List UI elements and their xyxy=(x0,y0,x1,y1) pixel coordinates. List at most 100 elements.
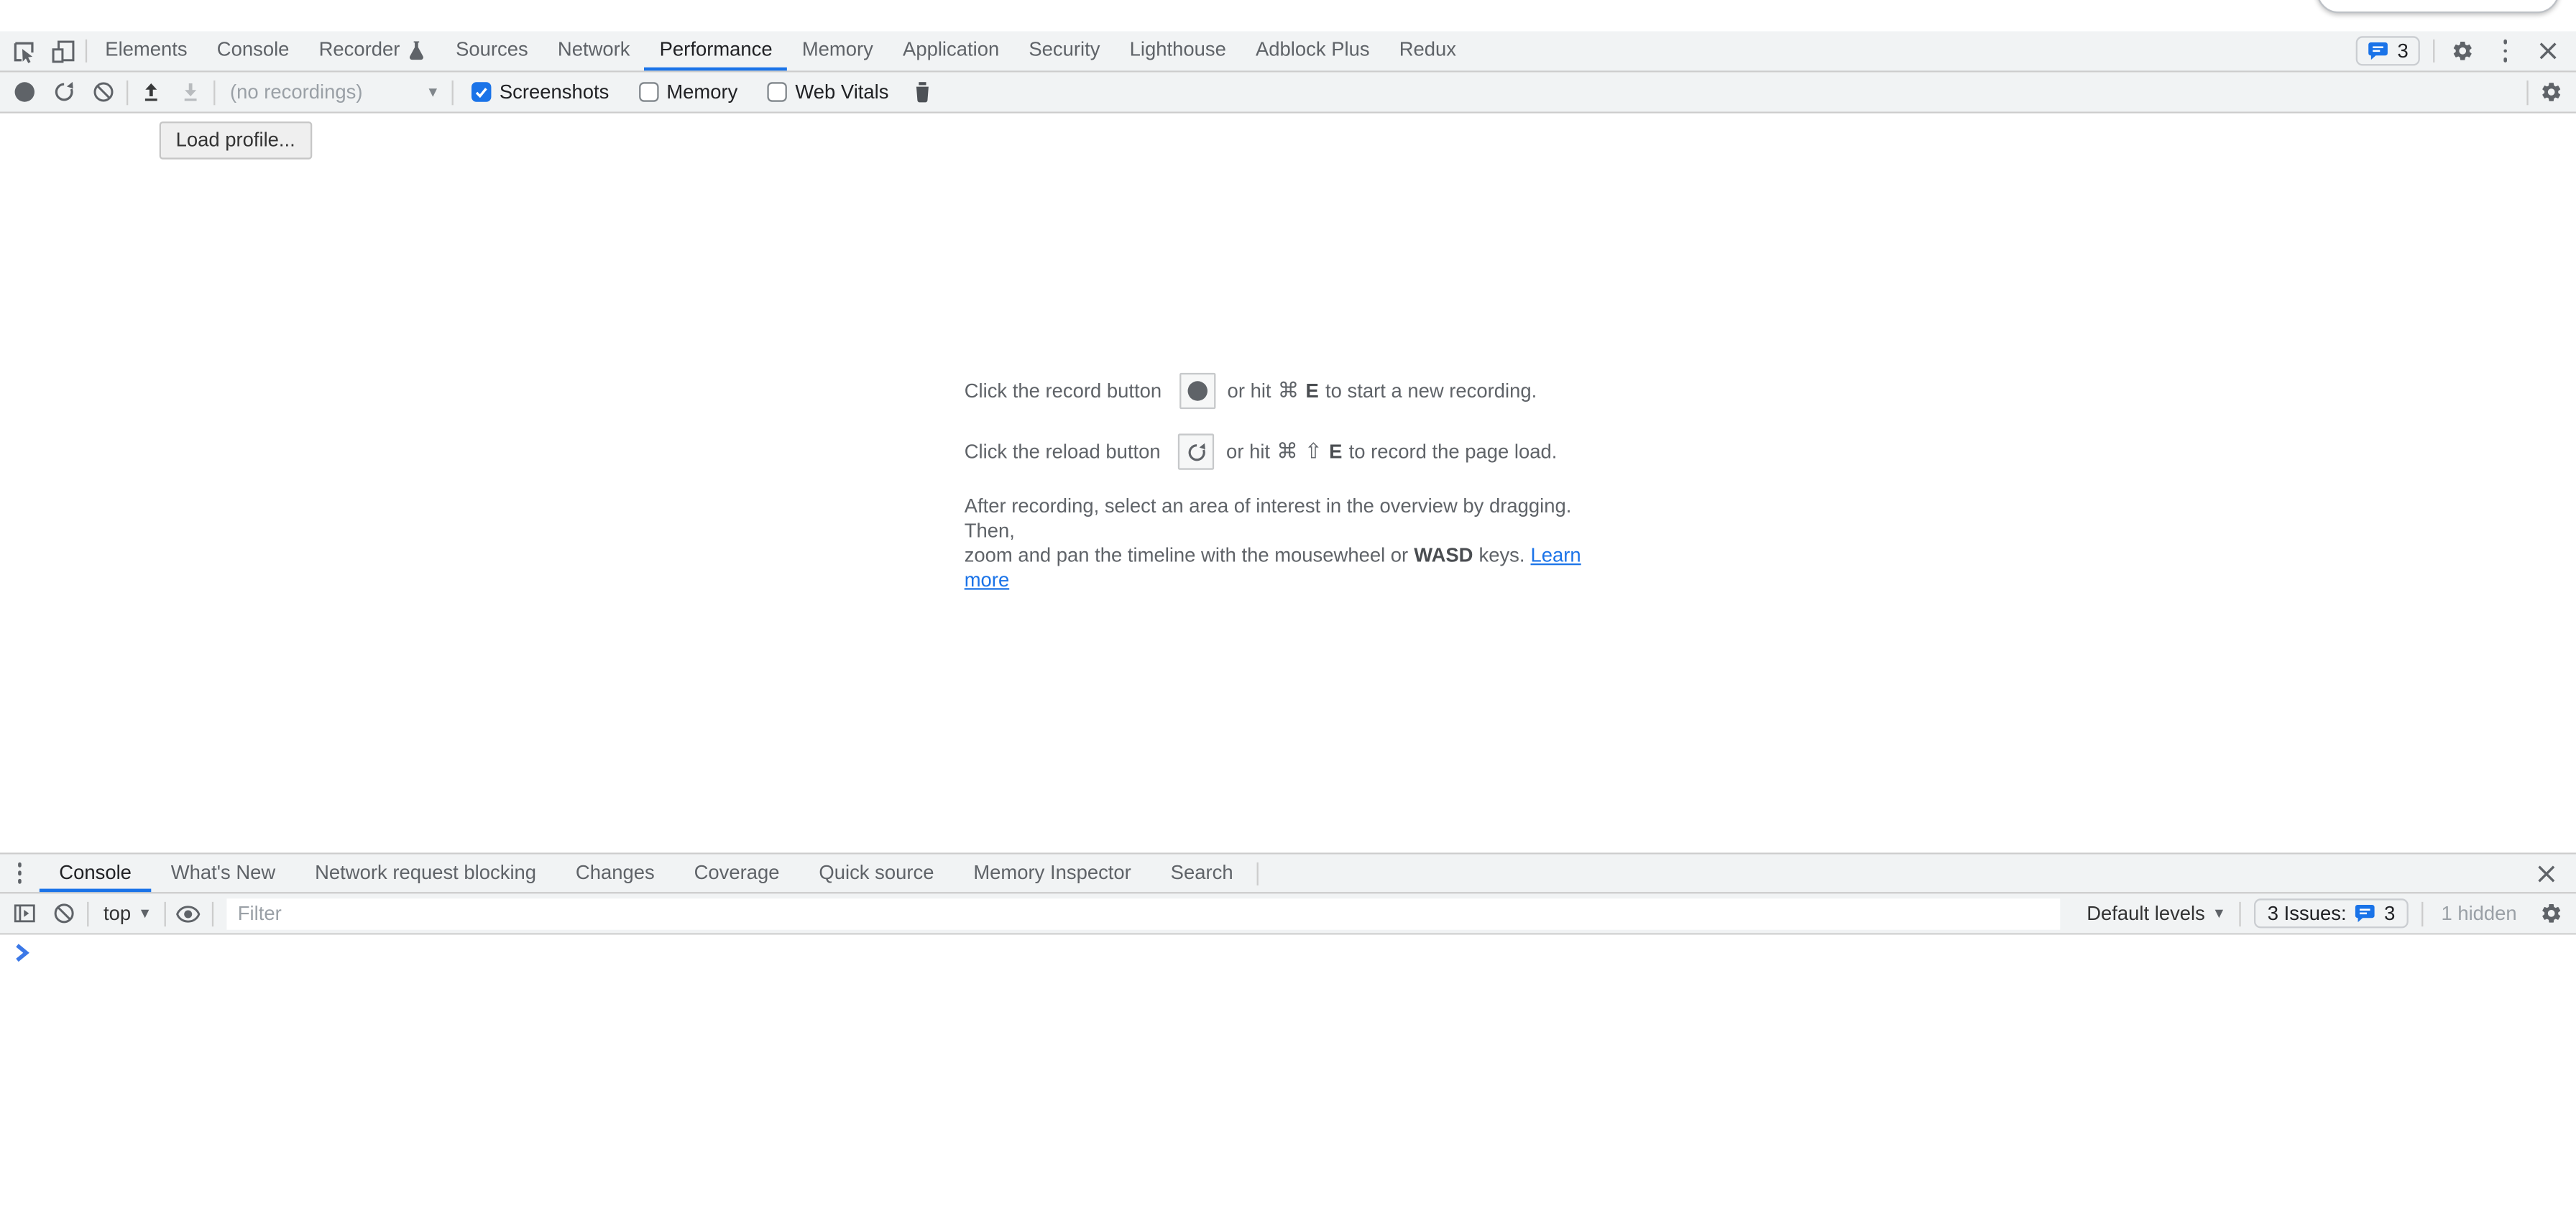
clear-recordings-button[interactable] xyxy=(84,80,124,103)
settings-button[interactable] xyxy=(2443,40,2483,63)
drawer-tab-changes[interactable]: Changes xyxy=(556,855,674,893)
detached-popup-pill[interactable] xyxy=(2317,0,2559,13)
tab-recorder[interactable]: Recorder xyxy=(304,31,441,70)
gear-icon xyxy=(2540,902,2563,925)
tab-elements[interactable]: Elements xyxy=(91,31,202,70)
tab-network[interactable]: Network xyxy=(543,31,645,70)
main-tabbar: Elements Console Recorder Sources Networ… xyxy=(0,31,2576,72)
upload-arrow-icon xyxy=(139,80,162,103)
live-expression-button[interactable] xyxy=(169,903,208,924)
console-settings-button[interactable] xyxy=(2531,902,2571,925)
inspect-element-button[interactable] xyxy=(4,31,43,70)
save-profile-button[interactable] xyxy=(171,80,211,103)
separator xyxy=(164,901,165,926)
drawer-tab-network-request-blocking[interactable]: Network request blocking xyxy=(295,855,556,893)
tabbar-right-controls: 3 xyxy=(2356,31,2576,70)
execution-context-select[interactable]: top ▾ xyxy=(92,902,160,925)
separator xyxy=(86,40,87,63)
drawer-tab-search[interactable]: Search xyxy=(1151,855,1253,893)
drawer-right-controls xyxy=(2526,855,2576,893)
memory-checkbox[interactable]: Memory xyxy=(638,80,737,103)
device-toolbar-icon xyxy=(50,39,75,63)
checkbox-checked-icon xyxy=(472,82,491,101)
trash-icon xyxy=(913,80,934,103)
issues-bubble-icon xyxy=(2368,41,2389,60)
reload-instruction-line: Click the reload button or hit ⌘ ⇧ E to … xyxy=(965,433,1612,469)
wasd-keys: WASD xyxy=(1414,544,1473,567)
inspect-cursor-icon xyxy=(11,39,35,63)
drawer-tab-console[interactable]: Console xyxy=(40,855,151,893)
load-profile-button[interactable] xyxy=(132,80,171,103)
hidden-messages-count: 1 hidden xyxy=(2426,902,2531,925)
tab-redux[interactable]: Redux xyxy=(1384,31,1471,70)
separator xyxy=(2421,901,2423,926)
e-key: E xyxy=(1306,379,1319,402)
more-options-button[interactable] xyxy=(2485,40,2525,63)
command-key: ⌘ xyxy=(1278,378,1300,405)
sidebar-toggle-icon xyxy=(13,902,36,925)
separator xyxy=(2240,901,2241,926)
command-key: ⌘ xyxy=(1276,438,1298,465)
tab-memory[interactable]: Memory xyxy=(787,31,888,70)
drawer-menu-button[interactable] xyxy=(0,855,40,893)
tab-console[interactable]: Console xyxy=(202,31,304,70)
console-messages-area[interactable] xyxy=(0,935,2576,1206)
record-icon xyxy=(15,82,34,101)
experiment-flask-icon xyxy=(408,39,426,60)
drawer-tab-whats-new[interactable]: What's New xyxy=(151,855,295,893)
checkbox-unchecked-icon xyxy=(768,82,787,101)
tab-lighthouse[interactable]: Lighthouse xyxy=(1115,31,1241,70)
dropdown-arrow-icon: ▾ xyxy=(428,83,436,101)
issues-count: 3 xyxy=(2398,40,2409,63)
issues-counter-button[interactable]: 3 xyxy=(2356,36,2419,65)
gear-icon xyxy=(2540,80,2563,103)
drawer-tab-coverage[interactable]: Coverage xyxy=(674,855,799,893)
shift-key: ⇧ xyxy=(1305,438,1322,465)
separator xyxy=(452,80,454,104)
eye-icon xyxy=(176,903,201,924)
drawer-tabbar: Console What's New Network request block… xyxy=(0,852,2576,893)
landing-paragraph: After recording, select an area of inter… xyxy=(965,494,1612,593)
separator xyxy=(1256,862,1258,885)
reload-icon xyxy=(1186,441,1208,463)
capture-settings-button[interactable] xyxy=(2531,80,2571,103)
separator xyxy=(2526,80,2528,104)
garbage-collect-button[interactable] xyxy=(903,80,943,103)
vertical-dots-icon xyxy=(17,862,22,885)
record-button[interactable] xyxy=(5,82,45,101)
issues-bubble-icon xyxy=(2355,903,2376,923)
issues-count: 3 xyxy=(2384,902,2395,925)
inline-record-button[interactable] xyxy=(1179,373,1215,409)
main-tabs: Elements Console Recorder Sources Networ… xyxy=(91,31,1471,70)
top-strip xyxy=(0,0,2576,31)
close-icon xyxy=(2536,863,2556,883)
drawer-tab-memory-inspector[interactable]: Memory Inspector xyxy=(954,855,1151,893)
close-drawer-button[interactable] xyxy=(2526,863,2566,883)
tab-application[interactable]: Application xyxy=(888,31,1013,70)
screenshots-checkbox[interactable]: Screenshots xyxy=(472,80,609,103)
separator xyxy=(87,901,88,926)
tab-performance[interactable]: Performance xyxy=(645,31,787,70)
tab-sources[interactable]: Sources xyxy=(441,31,543,70)
drawer-tab-quick-source[interactable]: Quick source xyxy=(799,855,954,893)
device-toolbar-button[interactable] xyxy=(42,31,82,70)
reload-icon xyxy=(52,80,75,103)
console-sidebar-toggle-button[interactable] xyxy=(5,902,45,925)
console-filter-input[interactable] xyxy=(226,898,2061,929)
separator xyxy=(126,80,128,104)
tab-security[interactable]: Security xyxy=(1014,31,1115,70)
tab-adblock-plus[interactable]: Adblock Plus xyxy=(1241,31,1384,70)
issues-counter-button[interactable]: 3 Issues: 3 xyxy=(2255,898,2409,928)
block-icon xyxy=(92,80,115,103)
performance-panel: Click the record button or hit ⌘ E to st… xyxy=(0,114,2576,853)
log-levels-select[interactable]: Default levels ▾ xyxy=(2074,902,2236,925)
record-instruction-line: Click the record button or hit ⌘ E to st… xyxy=(965,373,1612,409)
record-page-load-button[interactable] xyxy=(45,80,84,103)
inline-reload-button[interactable] xyxy=(1179,433,1215,469)
clear-console-button[interactable] xyxy=(45,902,84,925)
vertical-dots-icon xyxy=(2503,40,2507,63)
web-vitals-checkbox[interactable]: Web Vitals xyxy=(768,80,889,103)
dropdown-arrow-icon: ▾ xyxy=(141,904,149,922)
close-devtools-button[interactable] xyxy=(2529,41,2568,60)
recordings-select[interactable]: (no recordings) ▾ xyxy=(225,80,442,103)
